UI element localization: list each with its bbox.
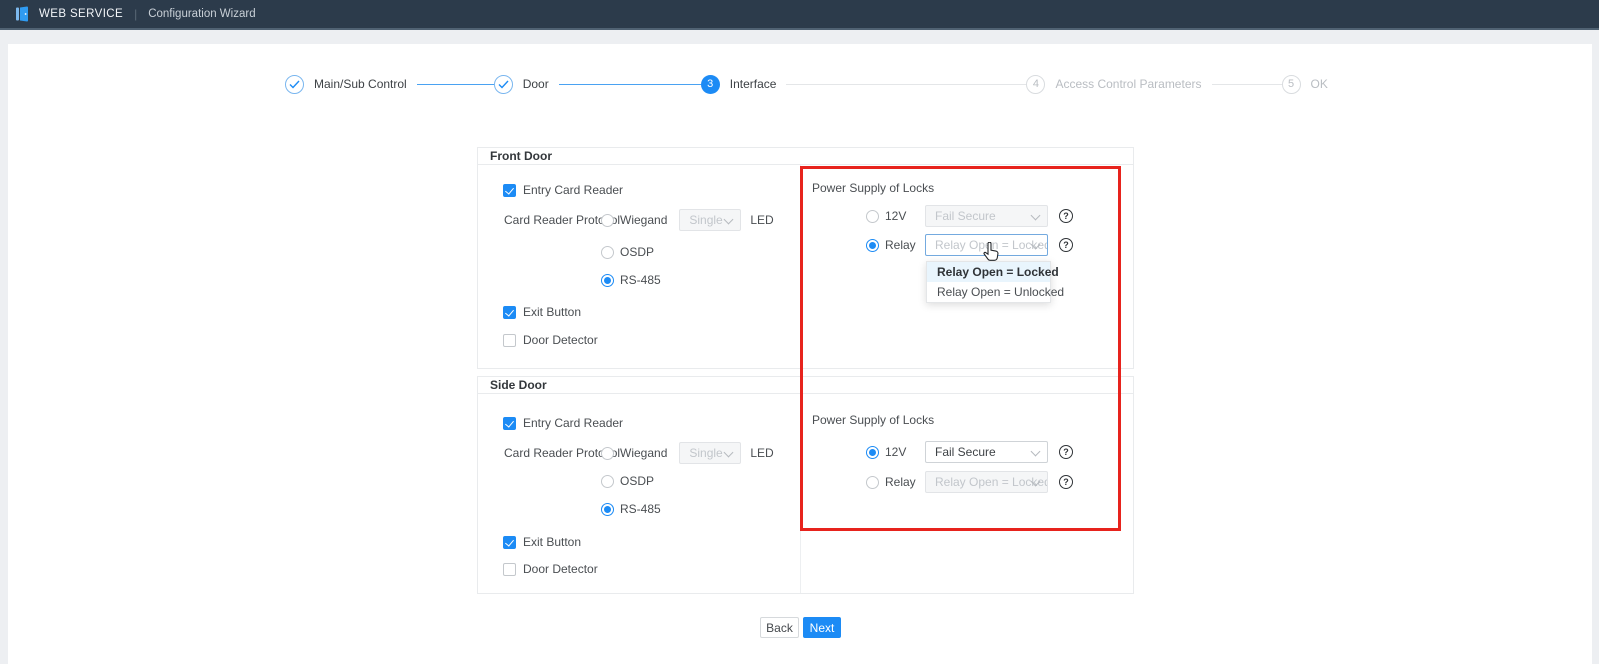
wiegand-label: Wiegand	[620, 446, 667, 460]
help-icon[interactable]: ?	[1059, 475, 1073, 489]
app-logo-door-icon	[14, 6, 30, 22]
step-connector	[559, 84, 701, 85]
step-2-label: Door	[523, 77, 549, 91]
page-title: Configuration Wizard	[148, 8, 255, 20]
step-connector	[786, 84, 1026, 85]
entry-card-reader-label: Entry Card Reader	[523, 416, 623, 430]
osdp-label: OSDP	[620, 245, 654, 259]
help-icon[interactable]: ?	[1059, 445, 1073, 459]
relay-mode-select[interactable]: Relay Open = Locked	[925, 234, 1048, 256]
dropdown-option-relay-open-unlocked[interactable]: Relay Open = Unlocked	[927, 282, 1050, 302]
12v-label: 12V	[885, 445, 925, 459]
wiegand-radio[interactable]	[601, 447, 614, 460]
step-4-label: Access Control Parameters	[1055, 77, 1201, 91]
chevron-down-icon	[724, 215, 734, 225]
back-button[interactable]: Back	[760, 617, 799, 638]
help-icon[interactable]: ?	[1059, 238, 1073, 252]
power-supply-title: Power Supply of Locks	[812, 181, 934, 195]
exit-button-label: Exit Button	[523, 305, 581, 319]
step-connector	[1212, 84, 1282, 85]
top-bar: WEB SERVICE | Configuration Wizard	[0, 0, 1599, 30]
step-3-active-circle: 3	[701, 75, 720, 94]
rs485-label: RS-485	[620, 502, 661, 516]
entry-card-reader-checkbox[interactable]	[503, 184, 516, 197]
step-1-done-circle	[285, 75, 304, 94]
12v-radio[interactable]	[866, 210, 879, 223]
check-icon	[498, 80, 509, 89]
rs485-radio[interactable]	[601, 503, 614, 516]
card-reader-protocol-label: Card Reader Protocol	[504, 213, 596, 227]
chevron-down-icon	[1031, 211, 1041, 221]
relay-label: Relay	[885, 238, 925, 252]
12v-label: 12V	[885, 209, 925, 223]
side-door-panel: Side Door Entry Card Reader Card Reader …	[477, 376, 1134, 594]
relay-label: Relay	[885, 475, 925, 489]
12v-mode-value: Fail Secure	[935, 209, 996, 223]
side-door-panel-title: Side Door	[478, 377, 1133, 394]
led-label: LED	[750, 446, 773, 460]
wizard-stepper: Main/Sub Control Door 3 Interface 4 Acce…	[285, 74, 1338, 94]
chevron-down-icon	[724, 448, 734, 458]
card-reader-protocol-label: Card Reader Protocol	[504, 446, 596, 460]
step-2-done-circle	[494, 75, 513, 94]
relay-mode-select[interactable]: Relay Open = Locked	[925, 471, 1048, 493]
check-icon	[289, 80, 300, 89]
next-button[interactable]: Next	[803, 617, 841, 638]
brand-title: WEB SERVICE	[39, 8, 123, 20]
relay-radio[interactable]	[866, 476, 879, 489]
12v-mode-select[interactable]: Fail Secure	[925, 205, 1048, 227]
panel-column-divider	[800, 165, 801, 368]
door-detector-checkbox[interactable]	[503, 563, 516, 576]
step-connector	[417, 84, 494, 85]
wiegand-mode-select[interactable]: Single	[679, 209, 741, 231]
front-door-panel-title: Front Door	[478, 148, 1133, 165]
wiegand-radio[interactable]	[601, 214, 614, 227]
entry-card-reader-checkbox[interactable]	[503, 417, 516, 430]
wiegand-mode-select[interactable]: Single	[679, 442, 741, 464]
12v-mode-select[interactable]: Fail Secure	[925, 441, 1048, 463]
wiegand-mode-value: Single	[689, 446, 722, 460]
step-5-pending-circle: 5	[1282, 75, 1301, 94]
12v-mode-value: Fail Secure	[935, 445, 996, 459]
dropdown-option-relay-open-locked[interactable]: Relay Open = Locked	[927, 262, 1050, 282]
relay-mode-dropdown: Relay Open = Locked Relay Open = Unlocke…	[926, 261, 1051, 303]
rs485-label: RS-485	[620, 273, 661, 287]
osdp-radio[interactable]	[601, 475, 614, 488]
door-detector-label: Door Detector	[523, 333, 598, 347]
title-divider: |	[134, 7, 137, 21]
panel-column-divider	[800, 394, 801, 593]
osdp-label: OSDP	[620, 474, 654, 488]
step-5-label: OK	[1311, 77, 1328, 91]
help-icon[interactable]: ?	[1059, 209, 1073, 223]
led-label: LED	[750, 213, 773, 227]
exit-button-checkbox[interactable]	[503, 306, 516, 319]
door-detector-checkbox[interactable]	[503, 334, 516, 347]
exit-button-label: Exit Button	[523, 535, 581, 549]
wiegand-mode-value: Single	[689, 213, 722, 227]
relay-radio[interactable]	[866, 239, 879, 252]
step-4-pending-circle: 4	[1026, 75, 1045, 94]
rs485-radio[interactable]	[601, 274, 614, 287]
step-3-label: Interface	[730, 77, 777, 91]
wiegand-label: Wiegand	[620, 213, 667, 227]
chevron-down-icon	[1031, 447, 1041, 457]
entry-card-reader-label: Entry Card Reader	[523, 183, 623, 197]
exit-button-checkbox[interactable]	[503, 536, 516, 549]
step-1-label: Main/Sub Control	[314, 77, 407, 91]
osdp-radio[interactable]	[601, 246, 614, 259]
door-detector-label: Door Detector	[523, 562, 598, 576]
power-supply-title: Power Supply of Locks	[812, 413, 934, 427]
12v-radio[interactable]	[866, 446, 879, 459]
front-door-panel: Front Door Entry Card Reader Card Reader…	[477, 147, 1134, 369]
